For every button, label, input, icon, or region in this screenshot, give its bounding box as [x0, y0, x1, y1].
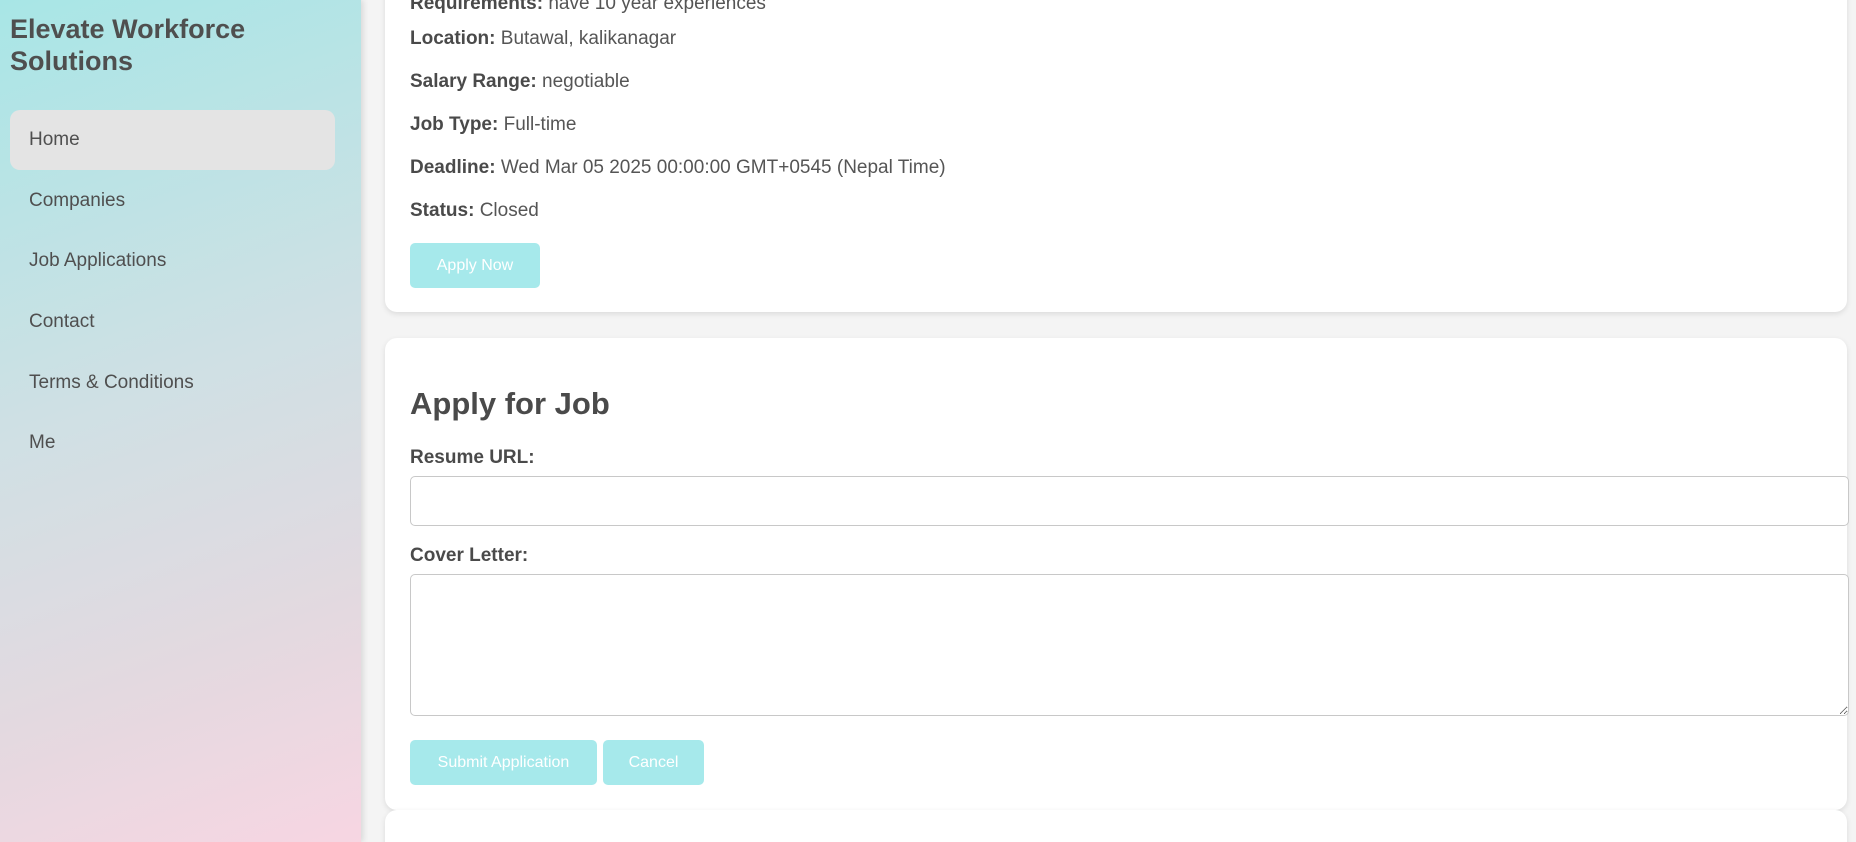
main-content: Requirements: have 10 year experiences L…: [361, 0, 1856, 842]
job-requirements: Requirements: have 10 year experiences: [410, 0, 766, 16]
resume-url-input[interactable]: [410, 476, 1849, 526]
sidebar-item-companies[interactable]: Companies: [10, 171, 335, 231]
job-deadline: Deadline: Wed Mar 05 2025 00:00:00 GMT+0…: [410, 156, 946, 180]
sidebar-item-job-applications[interactable]: Job Applications: [10, 231, 335, 291]
app-root: Elevate Workforce Solutions Home Compani…: [0, 0, 1856, 842]
resume-url-label: Resume URL:: [410, 447, 535, 468]
job-salary: Salary Range: negotiable: [410, 70, 630, 94]
apply-now-button[interactable]: Apply Now: [410, 243, 540, 288]
requirements-label: Requirements:: [410, 0, 544, 14]
status-label: Status:: [410, 200, 475, 221]
job-location: Location: Butawal, kalikanagar: [410, 27, 676, 51]
status-value: Closed: [479, 200, 539, 221]
apply-form-title: Apply for Job: [410, 386, 610, 421]
submit-application-button[interactable]: Submit Application: [410, 740, 597, 785]
job-type-label: Job Type:: [410, 114, 499, 135]
cover-letter-label: Cover Letter:: [410, 545, 529, 566]
sidebar-item-me[interactable]: Me: [10, 413, 335, 473]
deadline-label: Deadline:: [410, 157, 496, 178]
apply-form-card: Apply for Job Resume URL: Cover Letter: …: [385, 338, 1849, 810]
requirements-value: have 10 year experiences: [548, 0, 766, 14]
job-type-value: Full-time: [503, 114, 577, 135]
job-type: Job Type: Full-time: [410, 113, 576, 137]
cover-letter-textarea[interactable]: [410, 574, 1849, 716]
sidebar-item-home[interactable]: Home: [10, 110, 335, 170]
brand-title: Elevate Workforce Solutions: [10, 14, 246, 76]
salary-value: negotiable: [542, 71, 630, 92]
location-value: Butawal, kalikanagar: [500, 28, 677, 49]
deadline-value: Wed Mar 05 2025 00:00:00 GMT+0545 (Nepal…: [500, 157, 946, 178]
job-details-card: Requirements: have 10 year experiences L…: [385, 0, 1847, 312]
salary-label: Salary Range:: [410, 71, 537, 92]
sidebar-item-contact[interactable]: Contact: [10, 292, 335, 352]
sidebar: Elevate Workforce Solutions Home Compani…: [0, 0, 361, 842]
cancel-button[interactable]: Cancel: [603, 740, 704, 785]
sidebar-nav: Home Companies Job Applications Contact …: [10, 110, 335, 473]
next-card: [385, 810, 1847, 842]
job-status: Status: Closed: [410, 199, 539, 223]
location-label: Location:: [410, 28, 496, 49]
sidebar-item-terms[interactable]: Terms & Conditions: [10, 353, 335, 413]
